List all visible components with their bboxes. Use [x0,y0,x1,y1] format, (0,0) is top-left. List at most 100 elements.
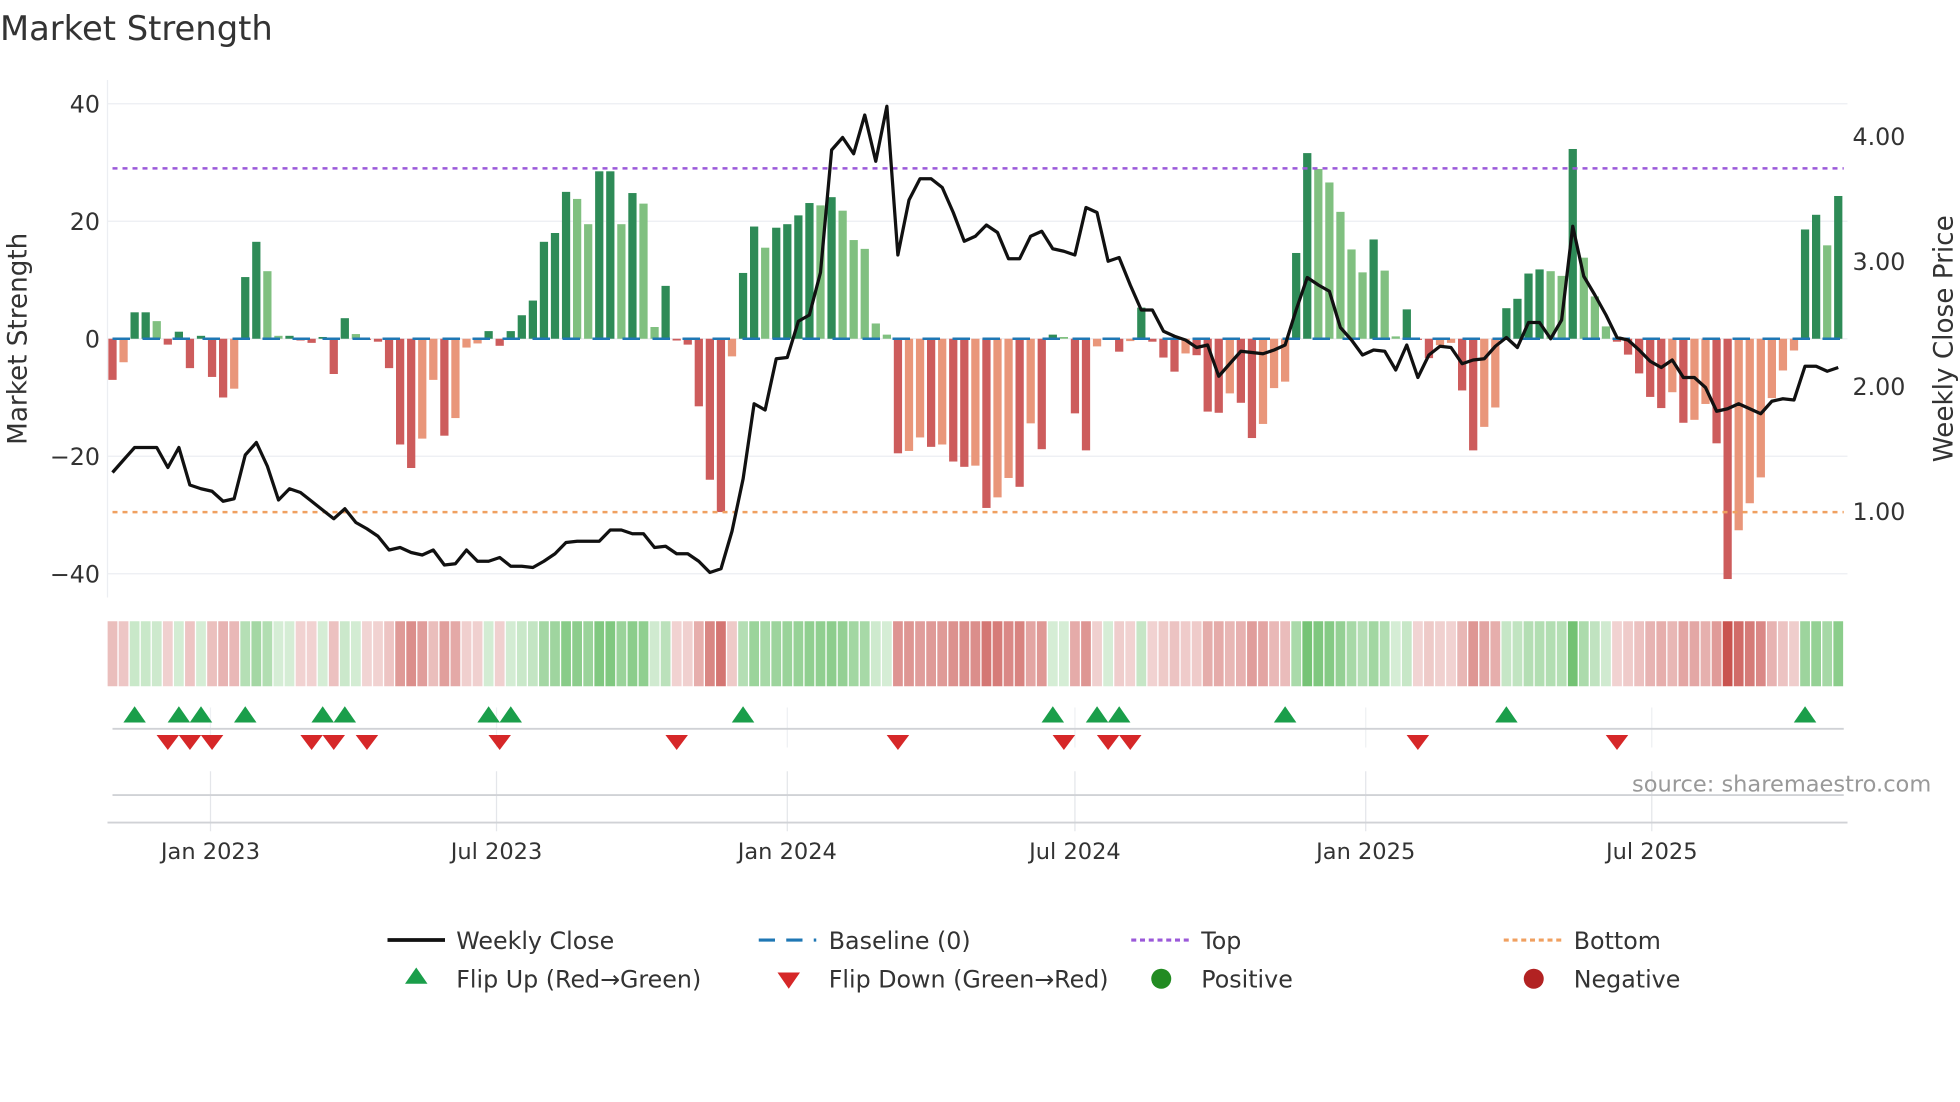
flip-down-marker [322,735,345,750]
y2-tick-label: 2.00 [1853,373,1906,401]
strip-cell [959,621,970,687]
strip-cell [716,621,726,687]
strength-bar [1635,338,1644,374]
strength-bar [119,338,128,363]
strength-bar [141,312,150,339]
strip-cell [1512,621,1523,687]
strip-cell [284,621,295,687]
strength-bar [1391,336,1400,339]
strip-cell [1468,621,1479,687]
strip-cell [1236,621,1246,687]
y-tick-label: −40 [50,561,100,589]
strip-cell [937,621,948,687]
flip-up-marker [1107,706,1131,723]
strip-cell [1590,621,1600,687]
strength-bar [1546,271,1555,339]
strip-cell [771,621,782,687]
flip-up-marker [1273,706,1297,723]
strip-cell [1103,621,1113,687]
strip-cell [428,621,439,687]
flip-down-marker [488,735,511,750]
strength-bar [1137,307,1146,339]
strip-cell [992,621,1003,687]
strip-cell [251,621,262,687]
strength-bar [1292,252,1301,339]
strip-cell [196,621,206,687]
flip-down-marker [1406,735,1430,750]
strip-cell [417,621,428,687]
strip-cell [671,621,682,687]
strength-bar [1778,338,1788,371]
y-tick-label: 0 [85,326,100,354]
flip-up-marker [1085,706,1109,723]
strength-bar [915,338,925,438]
strip-cell [583,621,594,687]
strength-bar [1004,338,1013,478]
legend-positive-label: Positive [1201,966,1293,994]
strip-cell [638,621,649,687]
y-tick-label: 40 [70,91,100,119]
x-axis: Jan 2023 Jul 2023 Jan 2024 Jul 2024 Jan 2025… [159,839,1698,865]
strip-cell [162,621,173,687]
strength-bar [429,338,438,380]
strip-cell [1368,621,1379,687]
strength-bar [1347,249,1356,339]
strength-bar [727,338,737,357]
strip-cell [1059,621,1069,687]
strip-cell [129,621,140,687]
strip-cell [1578,621,1589,687]
strip-cell [384,621,394,687]
strip-cell [1634,621,1645,687]
strength-bar [1800,229,1810,339]
strength-bar [606,171,615,339]
strip-cell [1490,621,1501,687]
strip-cell [118,621,129,687]
strip-cell [782,621,793,687]
strength-bar [927,338,936,447]
legend-flip-down-icon [777,972,800,989]
right-y-axis: 4.00 3.00 2.00 1.00 [1853,123,1906,526]
strip-cell [1612,621,1622,687]
strength-bar [761,247,770,339]
strip-cell [572,621,582,687]
market-strength-chart: Market Strength 40 20 0 −20 −40 4.00 3.00 2.00… [0,9,1960,994]
strength-bar [750,226,759,339]
strip-cell [461,621,472,687]
strip-cell [1667,621,1678,687]
strip-cell [1755,621,1766,687]
strip-cell [295,621,306,687]
strength-bar [783,224,792,339]
legend: Weekly Close Baseline (0) Top Bottom Fli… [387,927,1680,994]
strength-bar [1236,338,1245,403]
strip-cell [550,621,560,687]
left-y-axis: 40 20 0 −20 −40 [50,91,100,589]
strength-bar [252,241,261,339]
flip-down-marker [355,735,379,750]
strength-bar [1723,338,1732,580]
source-label: source: sharemaestro.com [1632,771,1931,797]
strip-cell [328,621,339,687]
strip-cell [1822,621,1833,687]
strength-bar [517,315,526,339]
strip-cell [1435,621,1445,687]
strip-cell [439,621,450,687]
strength-bar [1303,153,1312,339]
strip-cell [262,621,273,687]
x-tick-label: Jul 2024 [1027,839,1121,865]
strip-cell [594,621,605,687]
strip-cell [1501,621,1512,687]
flip-up-marker [189,706,213,723]
strength-bar [904,338,914,451]
strip-cell [1335,621,1346,687]
strength-bar [1369,239,1378,339]
strength-bar [1657,338,1666,409]
y2-tick-label: 1.00 [1853,498,1906,526]
strip-cell [1158,621,1169,687]
strip-cell [107,621,118,687]
strength-bar [152,321,161,339]
strip-cell [339,621,350,687]
strip-cell [528,621,538,687]
strip-cell [1722,621,1733,687]
flip-up-marker [333,706,357,723]
strip-cell [395,621,405,687]
